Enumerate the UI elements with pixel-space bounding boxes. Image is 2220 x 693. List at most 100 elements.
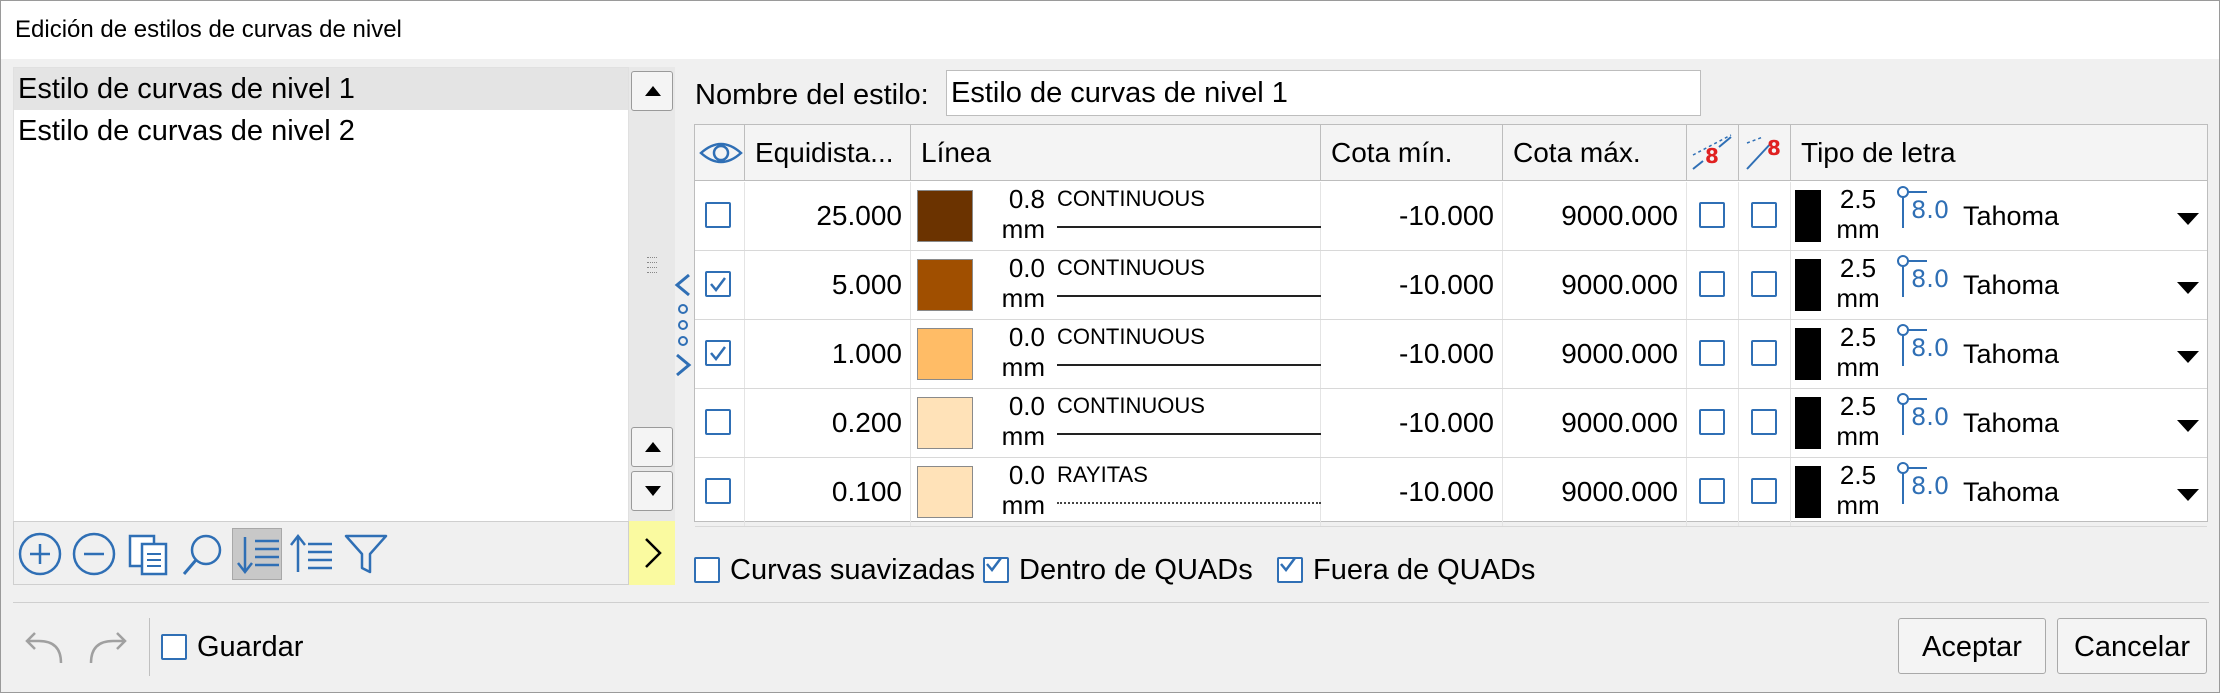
min-elevation-cell[interactable]: -10.000 <box>1321 389 1503 457</box>
save-checkbox[interactable] <box>161 634 187 660</box>
visible-checkbox[interactable] <box>705 202 731 228</box>
font-color-swatch[interactable] <box>1795 259 1821 311</box>
font-dropdown-button[interactable] <box>2177 350 2199 368</box>
label-along-checkbox[interactable] <box>1751 340 1777 366</box>
interval-cell[interactable]: 0.100 <box>745 458 911 526</box>
line-color-swatch[interactable] <box>917 328 973 380</box>
header-visible[interactable] <box>695 125 745 181</box>
min-elevation-cell[interactable]: -10.000 <box>1321 458 1503 526</box>
outside-quads-option[interactable]: Fuera de QUADs <box>1277 553 1535 587</box>
header-max-elevation[interactable]: Cota máx. <box>1503 125 1687 181</box>
grid-row[interactable]: 0.200 0.0 mm CONTINUOUS -10.000 9000.000 2.5 mm… <box>695 389 2207 458</box>
font-cell[interactable]: 2.5 mm 8.0 Tahoma <box>1791 458 2209 526</box>
scroll-grip[interactable] <box>647 257 657 279</box>
line-cell[interactable]: 0.0 mm CONTINUOUS <box>911 320 1321 388</box>
style-name-label: Nombre del estilo: <box>695 79 929 111</box>
label-break-checkbox[interactable] <box>1699 478 1725 504</box>
visible-checkbox[interactable] <box>705 409 731 435</box>
label-break-checkbox[interactable] <box>1699 409 1725 435</box>
line-cell[interactable]: 0.0 mm CONTINUOUS <box>911 251 1321 319</box>
remove-style-button[interactable] <box>70 528 120 580</box>
line-cell[interactable]: 0.8 mm CONTINUOUS <box>911 182 1321 250</box>
sort-ascending-button[interactable] <box>286 528 336 580</box>
style-list-item[interactable]: Estilo de curvas de nivel 2 <box>14 110 628 152</box>
smooth-curves-checkbox[interactable] <box>694 557 720 583</box>
move-down-button[interactable] <box>631 471 673 511</box>
interval-cell[interactable]: 0.200 <box>745 389 911 457</box>
header-interval[interactable]: Equidista... <box>745 125 911 181</box>
font-cell[interactable]: 2.5 mm 8.0 Tahoma <box>1791 182 2209 250</box>
visible-checkbox[interactable] <box>705 271 731 297</box>
font-dropdown-button[interactable] <box>2177 488 2199 506</box>
font-color-swatch[interactable] <box>1795 190 1821 242</box>
min-elevation-cell[interactable]: -10.000 <box>1321 320 1503 388</box>
min-elevation-cell[interactable]: -10.000 <box>1321 251 1503 319</box>
font-dropdown-button[interactable] <box>2177 281 2199 299</box>
label-break-checkbox[interactable] <box>1699 271 1725 297</box>
line-color-swatch[interactable] <box>917 397 973 449</box>
filter-button[interactable] <box>340 528 390 580</box>
line-cell[interactable]: 0.0 mm RAYITAS <box>911 458 1321 526</box>
undo-button[interactable] <box>21 629 67 672</box>
style-list-scrollbar[interactable] <box>629 67 675 523</box>
copy-style-button[interactable] <box>124 528 174 580</box>
cancel-button[interactable]: Cancelar <box>2057 618 2207 674</box>
inside-quads-checkbox[interactable] <box>983 557 1009 583</box>
header-font[interactable]: Tipo de letra <box>1791 125 2209 181</box>
label-along-checkbox[interactable] <box>1751 409 1777 435</box>
max-elevation-cell[interactable]: 9000.000 <box>1503 389 1687 457</box>
max-elevation-cell[interactable]: 9000.000 <box>1503 320 1687 388</box>
font-cell[interactable]: 2.5 mm 8.0 Tahoma <box>1791 320 2209 388</box>
header-line[interactable]: Línea <box>911 125 1321 181</box>
scroll-up-button[interactable] <box>631 71 673 111</box>
style-list[interactable]: Estilo de curvas de nivel 1 Estilo de cu… <box>13 67 629 523</box>
label-along-checkbox[interactable] <box>1751 478 1777 504</box>
font-dropdown-button[interactable] <box>2177 419 2199 437</box>
font-cell[interactable]: 2.5 mm 8.0 Tahoma <box>1791 389 2209 457</box>
search-style-button[interactable] <box>178 528 228 580</box>
min-elevation-cell[interactable]: -10.000 <box>1321 182 1503 250</box>
font-color-swatch[interactable] <box>1795 328 1821 380</box>
line-color-swatch[interactable] <box>917 259 973 311</box>
font-cell[interactable]: 2.5 mm 8.0 Tahoma <box>1791 251 2209 319</box>
grid-row[interactable]: 1.000 0.0 mm CONTINUOUS -10.000 9000.000 2.5 mm… <box>695 320 2207 389</box>
interval-cell[interactable]: 1.000 <box>745 320 911 388</box>
header-min-elevation[interactable]: Cota mín. <box>1321 125 1503 181</box>
smooth-curves-option[interactable]: Curvas suavizadas <box>694 553 975 587</box>
font-color-swatch[interactable] <box>1795 397 1821 449</box>
visible-checkbox[interactable] <box>705 478 731 504</box>
grid-row[interactable]: 25.000 0.8 mm CONTINUOUS -10.000 9000.000 2.5 m… <box>695 182 2207 251</box>
label-along-checkbox[interactable] <box>1751 202 1777 228</box>
grid-row[interactable]: 0.100 0.0 mm RAYITAS -10.000 9000.000 2.5 mm 8.0… <box>695 458 2207 527</box>
panel-splitter[interactable] <box>671 273 695 383</box>
expand-panel-button[interactable] <box>629 521 675 585</box>
font-color-swatch[interactable] <box>1795 466 1821 518</box>
header-label-along[interactable]: 8 <box>1739 125 1791 181</box>
grid-row[interactable]: 5.000 0.0 mm CONTINUOUS -10.000 9000.000 2.5 mm… <box>695 251 2207 320</box>
outside-quads-checkbox[interactable] <box>1277 557 1303 583</box>
line-color-swatch[interactable] <box>917 190 973 242</box>
visible-checkbox[interactable] <box>705 340 731 366</box>
accept-button[interactable]: Aceptar <box>1898 618 2046 674</box>
interval-cell[interactable]: 25.000 <box>745 182 911 250</box>
inside-quads-option[interactable]: Dentro de QUADs <box>983 553 1253 587</box>
redo-button[interactable] <box>85 629 131 672</box>
line-color-swatch[interactable] <box>917 466 973 518</box>
interval-cell[interactable]: 5.000 <box>745 251 911 319</box>
label-along-checkbox[interactable] <box>1751 271 1777 297</box>
font-dropdown-button[interactable] <box>2177 212 2199 230</box>
save-option[interactable]: Guardar <box>161 630 303 664</box>
style-list-item[interactable]: Estilo de curvas de nivel 1 <box>14 68 628 110</box>
max-elevation-cell[interactable]: 9000.000 <box>1503 458 1687 526</box>
max-elevation-cell[interactable]: 9000.000 <box>1503 251 1687 319</box>
label-break-checkbox[interactable] <box>1699 340 1725 366</box>
style-name-input[interactable] <box>946 70 1701 116</box>
line-cell[interactable]: 0.0 mm CONTINUOUS <box>911 389 1321 457</box>
label-break-checkbox[interactable] <box>1699 202 1725 228</box>
dropdown-arrow-icon <box>2177 213 2199 225</box>
add-style-button[interactable] <box>16 528 66 580</box>
sort-descending-button[interactable] <box>232 528 282 580</box>
header-label-break[interactable]: 8 <box>1687 125 1739 181</box>
move-up-button[interactable] <box>631 427 673 467</box>
max-elevation-cell[interactable]: 9000.000 <box>1503 182 1687 250</box>
